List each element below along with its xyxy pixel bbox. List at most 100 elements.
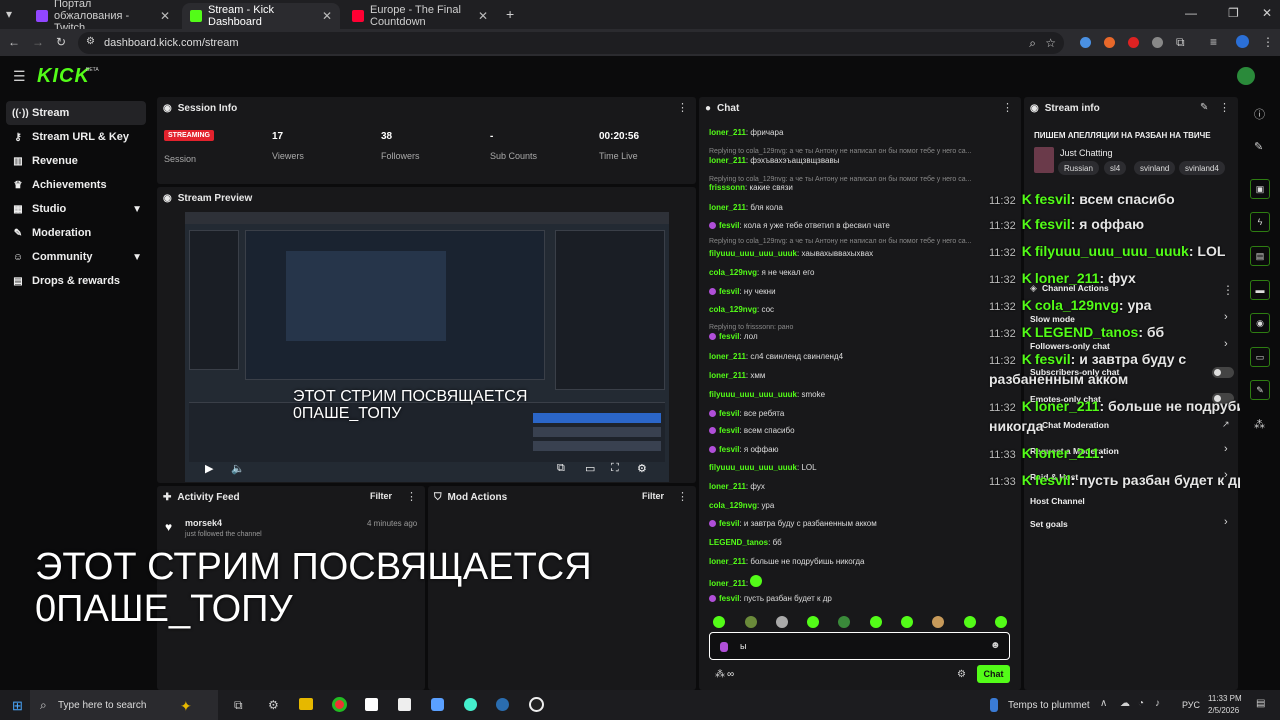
edit-pencil-icon[interactable]: ✎ (1254, 140, 1263, 153)
external-link-icon[interactable]: ↗ (1222, 419, 1230, 430)
emoji-icon[interactable]: ☻ (990, 640, 1001, 651)
file-explorer-icon[interactable] (299, 698, 313, 710)
chat-username[interactable]: loner_211 (709, 579, 746, 588)
emote-icon[interactable] (745, 616, 757, 628)
followers-only-row[interactable]: Followers-only chat (1030, 341, 1110, 351)
chevron-right-icon[interactable]: › (1224, 338, 1228, 350)
volume-icon[interactable]: ♪ (1155, 698, 1160, 709)
chat-username[interactable]: fesvil (719, 519, 739, 528)
window-close-icon[interactable]: ✕ (1262, 6, 1272, 20)
chat-input-value[interactable]: ы (740, 641, 746, 651)
fullscreen-icon[interactable]: ⛶ (611, 462, 619, 475)
volume-icon[interactable]: 🔈 (231, 462, 245, 475)
profile-avatar[interactable] (1236, 35, 1249, 48)
chat-username[interactable]: fesvil (719, 594, 739, 603)
extension-icon[interactable] (1152, 37, 1163, 48)
sidebar-item-studio[interactable]: ▦ Studio ▼ (6, 197, 146, 221)
emote-icon[interactable] (807, 616, 819, 628)
extension-icon[interactable] (1104, 37, 1115, 48)
chat-username[interactable]: fesvil (719, 332, 739, 341)
minimize-icon[interactable]: — (1185, 6, 1197, 20)
sidebar-item-moderation[interactable]: ✎ Moderation (6, 221, 146, 245)
chat-input[interactable]: ы ☻ (709, 632, 1010, 660)
sidebar-item-revenue[interactable]: ▥ Revenue (6, 149, 146, 173)
back-icon[interactable]: ← (8, 35, 20, 49)
tab-twitch[interactable]: Портал обжалования - Twitch ✕ (28, 0, 178, 34)
category-name[interactable]: Just Chatting (1060, 148, 1113, 158)
sidebar-item-drops-rewards[interactable]: ▤ Drops & rewards (6, 269, 146, 293)
close-icon[interactable]: ✕ (322, 9, 332, 23)
emote-icon[interactable] (932, 616, 944, 628)
chat-username[interactable]: fesvil (719, 409, 739, 418)
close-icon[interactable]: ✕ (160, 9, 170, 23)
chat-username[interactable]: cola_129nvg (709, 305, 757, 314)
set-goals-row[interactable]: Set goals (1030, 519, 1068, 529)
site-info-icon[interactable]: ⚙ (86, 36, 95, 47)
points-icon[interactable]: ⁂ (715, 669, 725, 680)
activity-username[interactable]: morsek4 (185, 518, 222, 528)
network-icon[interactable]: ◔ (1138, 698, 1144, 709)
more-options-icon[interactable]: ⋮ (406, 490, 417, 503)
slow-mode-row[interactable]: Slow mode (1030, 314, 1075, 324)
chat-username[interactable]: cola_129nvg (709, 501, 757, 510)
camera-icon[interactable]: ▣ (1250, 179, 1270, 199)
chat-username[interactable]: filyuuu_uuu_uuu_uuuk (709, 249, 797, 258)
video-player[interactable]: ЭТОТ СТРИМ ПОСВЯЩАЕТСЯ 0ПАШЕ_ТОПУ ▶ 🔈 ⧉ … (185, 212, 669, 482)
media-icon[interactable]: ≡ (1210, 35, 1217, 49)
document-icon[interactable]: ▤ (1250, 246, 1270, 266)
weather-text[interactable]: Temps to plummet (1008, 700, 1090, 711)
extension-icon[interactable] (1128, 37, 1139, 48)
chat-username[interactable]: loner_211 (709, 203, 746, 212)
send-chat-button[interactable]: Chat (977, 665, 1010, 683)
settings-gear-icon[interactable]: ⚙ (268, 698, 279, 712)
chat-username[interactable]: LEGEND_tanos (709, 538, 768, 547)
filter-button[interactable]: Filter (642, 491, 664, 501)
chat-username[interactable]: loner_211 (709, 352, 746, 361)
points-icon[interactable]: ⁂ (1254, 418, 1265, 431)
chat-username[interactable]: filyuuu_uuu_uuu_uuuk (709, 463, 797, 472)
reload-icon[interactable]: ↻ (56, 35, 66, 49)
tab-kick-dashboard[interactable]: Stream - Kick Dashboard ✕ (182, 3, 340, 29)
app-icon[interactable] (431, 698, 444, 711)
emote-icon[interactable] (901, 616, 913, 628)
clock-date[interactable]: 2/5/2026 (1208, 706, 1239, 715)
wrench-icon[interactable]: ✎ (1250, 380, 1270, 400)
obs-icon[interactable] (529, 697, 544, 712)
emote-icon[interactable] (713, 616, 725, 628)
emote-icon[interactable] (870, 616, 882, 628)
filter-button[interactable]: Filter (370, 491, 392, 501)
bookmark-star-icon[interactable]: ☆ (1045, 36, 1056, 50)
emote-icon[interactable] (838, 616, 850, 628)
app-icon[interactable] (365, 698, 378, 711)
play-icon[interactable]: ▶ (205, 462, 213, 475)
broadcast-icon[interactable]: ◉ (1250, 313, 1270, 333)
maximize-icon[interactable]: ❐ (1228, 6, 1239, 20)
more-options-icon[interactable]: ⋮ (1219, 101, 1230, 114)
chat-username[interactable]: fesvil (719, 426, 739, 435)
windows-start-icon[interactable]: ⊞ (12, 698, 23, 714)
clock-time[interactable]: 11:33 PM (1208, 694, 1242, 703)
task-view-icon[interactable]: ⧉ (234, 698, 243, 713)
chat-username[interactable]: filyuuu_uuu_uuu_uuuk (709, 390, 797, 399)
chevron-right-icon[interactable]: › (1224, 516, 1228, 528)
new-tab-icon[interactable]: + (506, 6, 514, 22)
chevron-right-icon[interactable]: › (1224, 311, 1228, 323)
chevron-up-icon[interactable]: ∧ (1100, 698, 1107, 709)
chat-username[interactable]: frisssonn (709, 183, 745, 192)
sidebar-item-stream-url-key[interactable]: ⚷ Stream URL & Key (6, 125, 146, 149)
tab-search-icon[interactable]: ▾ (6, 7, 12, 21)
sidebar-item-stream[interactable]: ((·)) Stream (6, 101, 146, 125)
chat-username[interactable]: loner_211 (709, 557, 746, 566)
taskbar-search[interactable]: ⌕ Type here to search ✦ (30, 690, 218, 720)
address-bar[interactable]: ⚙ dashboard.kick.com/stream ⌕ ☆ (78, 32, 1064, 54)
subscribers-only-toggle[interactable] (1212, 367, 1234, 378)
user-avatar[interactable] (1237, 67, 1255, 85)
app-icon[interactable] (464, 698, 477, 711)
chat-username[interactable]: fesvil (719, 221, 739, 230)
browser-menu-icon[interactable]: ⋮ (1262, 35, 1274, 49)
tab-youtube[interactable]: Europe - The Final Countdown ✕ (344, 3, 496, 29)
forward-icon[interactable]: → (32, 35, 44, 49)
language-indicator[interactable]: РУС (1182, 700, 1200, 710)
monitor-icon[interactable]: ▭ (1250, 347, 1270, 367)
pip-icon[interactable]: ⧉ (557, 462, 565, 475)
